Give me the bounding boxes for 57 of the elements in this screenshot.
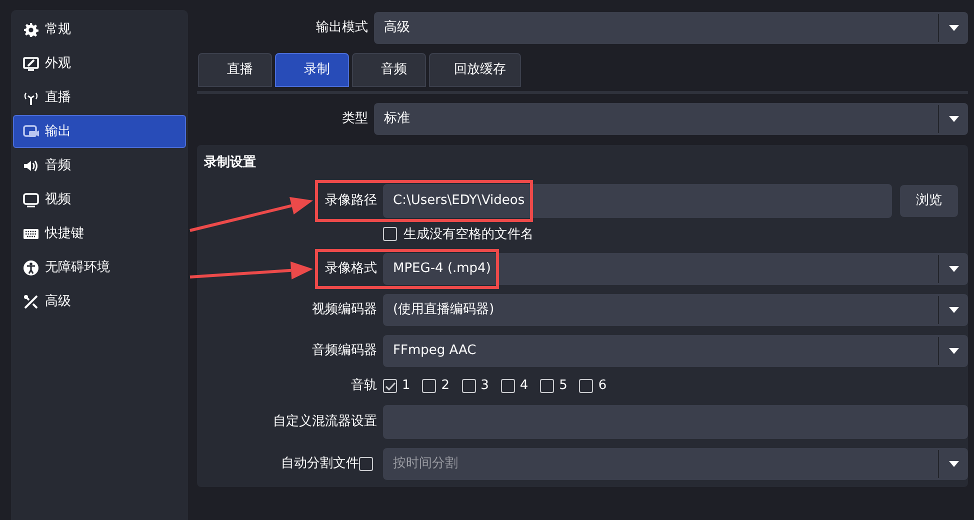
checkbox-label: 生成没有空格的文件名 bbox=[404, 226, 534, 244]
checkbox[interactable] bbox=[540, 379, 554, 393]
track-label: 4 bbox=[520, 377, 528, 396]
track-label: 2 bbox=[441, 377, 450, 396]
track-label: 3 bbox=[480, 377, 489, 396]
field-label: 输出模式 bbox=[316, 20, 368, 36]
checkbox[interactable] bbox=[462, 379, 476, 393]
group-title: 录制设置 bbox=[203, 154, 257, 172]
track-label: 5 bbox=[559, 377, 568, 396]
tools-icon bbox=[23, 294, 39, 310]
caret-icon bbox=[948, 25, 958, 31]
screen-icon bbox=[23, 192, 39, 208]
sidebar-item[interactable]: 快捷键 bbox=[13, 217, 186, 250]
field-label: 自定义混流器设置 bbox=[273, 414, 377, 430]
checkbox[interactable] bbox=[383, 227, 397, 242]
dropdown[interactable]: 高级 bbox=[374, 12, 968, 44]
tab[interactable]: 回放缓存 bbox=[429, 53, 521, 87]
track-label: 1 bbox=[402, 377, 410, 396]
tab[interactable]: 音频 bbox=[352, 53, 426, 87]
field-label: 音轨 bbox=[351, 378, 377, 394]
gear-icon bbox=[23, 22, 39, 38]
sidebar-item[interactable]: 直播 bbox=[13, 81, 186, 114]
browse-button[interactable]: 浏览 bbox=[900, 184, 958, 216]
field-label: 音频编码器 bbox=[312, 343, 377, 358]
checkbox[interactable] bbox=[579, 379, 594, 393]
sidebar-item[interactable]: 视频 bbox=[13, 183, 186, 216]
caret-icon bbox=[948, 348, 958, 354]
field-label: 视频编码器 bbox=[312, 302, 377, 318]
track-label: 6 bbox=[598, 377, 607, 396]
field-label: 类型 bbox=[342, 111, 368, 126]
caret-icon bbox=[948, 266, 958, 272]
caret-icon bbox=[948, 461, 958, 467]
sidebar-item[interactable]: 常规 bbox=[13, 13, 186, 46]
sidebar-item[interactable]: 无障碍环境 bbox=[13, 251, 186, 284]
accessibility-icon bbox=[23, 260, 39, 276]
sidebar-item[interactable]: 高级 bbox=[13, 285, 186, 318]
caret-icon bbox=[948, 307, 958, 313]
field-label: 自动分割文件 bbox=[281, 455, 359, 474]
tab[interactable]: 直播 bbox=[198, 53, 272, 87]
tab[interactable]: 录制 bbox=[275, 53, 349, 87]
output-icon bbox=[23, 124, 39, 140]
checkbox[interactable] bbox=[422, 379, 436, 393]
field-label: 录像格式 bbox=[325, 261, 377, 276]
checkbox[interactable] bbox=[383, 379, 397, 393]
input-field[interactable] bbox=[383, 405, 968, 439]
checkbox[interactable] bbox=[500, 379, 515, 393]
dropdown[interactable]: FFmpeg AAC bbox=[383, 335, 968, 367]
path-field[interactable]: C:\Users\EDY\Videos bbox=[383, 184, 892, 218]
sidebar-item[interactable]: 输出 bbox=[13, 115, 186, 148]
caret-icon bbox=[948, 116, 958, 122]
dropdown[interactable]: MPEG-4 (.mp4) bbox=[383, 253, 968, 285]
dropdown[interactable]: 标准 bbox=[374, 103, 968, 135]
monitor-icon bbox=[23, 56, 39, 72]
sidebar-item[interactable]: 外观 bbox=[13, 47, 186, 80]
field-label: 录像路径 bbox=[325, 192, 377, 208]
dropdown[interactable]: (使用直播编码器) bbox=[383, 294, 968, 326]
sidebar-item[interactable]: 音频 bbox=[13, 149, 186, 182]
